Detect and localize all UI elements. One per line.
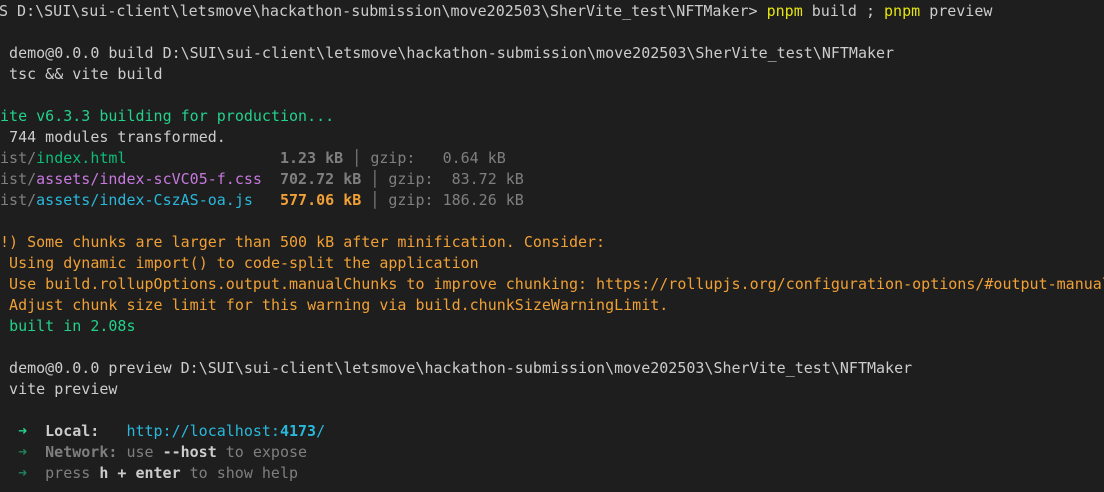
gzip-label: gzip: <box>388 191 434 209</box>
warning-hint: - Adjust chunk size limit for this warni… <box>0 296 669 314</box>
command-arg: preview <box>929 2 993 20</box>
file-dir: dist/ <box>0 191 37 209</box>
file-dir: dist/ <box>0 149 37 167</box>
file-row: dist/index.html 1.23 kB │ gzip: 0.64 kB <box>0 148 506 169</box>
local-url-line: ➜ Local: http://localhost:4173/ <box>0 421 325 442</box>
command-arg: build <box>811 2 857 20</box>
file-name: assets/index-scVC05-f.css <box>36 170 262 188</box>
warning-hint: - Using dynamic import() to code-split t… <box>0 254 479 272</box>
arrow-right-icon: ➜ <box>18 443 28 461</box>
network-label: Network: <box>45 443 118 461</box>
command-pnpm: pnpm <box>766 2 803 20</box>
file-row: dist/assets/index-CszAS-oa.js 577.06 kB … <box>0 190 524 211</box>
gzip-size: 83.72 kB <box>451 170 524 188</box>
file-dir: dist/ <box>0 170 37 188</box>
gzip-size: 186.26 kB <box>442 191 524 209</box>
file-row: dist/assets/index-scVC05-f.css 702.72 kB… <box>0 169 524 190</box>
host-flag: --host <box>162 443 217 461</box>
arrow-right-icon: ➜ <box>18 464 28 482</box>
built-line: ✓ built in 2.08s <box>0 316 136 337</box>
help-line: ➜ press h + enter to show help <box>18 464 299 482</box>
gzip-label: gzip: <box>370 149 416 167</box>
key-h: h <box>99 464 109 482</box>
file-name: index.html <box>36 149 127 167</box>
port-number: 4173 <box>279 422 317 440</box>
key-enter: enter <box>135 464 181 482</box>
warning-hint: - Use build.rollupOptions.output.manualC… <box>0 275 1104 293</box>
modules-transformed-line: ✓ 744 modules transformed. <box>0 127 226 148</box>
preview-script-line: > demo@0.0.0 preview D:\SUI\sui-client\l… <box>0 359 913 377</box>
file-size: 702.72 kB <box>280 170 362 188</box>
vite-building-line: vite v6.3.3 building for production... <box>0 107 335 125</box>
terminal[interactable]: S D:\SUI\sui-client\letsmove\hackathon-s… <box>0 0 1104 492</box>
chunk-size-warning: (!) Some chunks are larger than 500 kB a… <box>0 233 606 251</box>
built-time: built in 2.08s <box>9 317 136 335</box>
file-name: assets/index-CszAS-oa.js <box>36 191 253 209</box>
local-url-link[interactable]: http://localhost:4173/ <box>126 422 325 440</box>
network-line: ➜ Network: use --host to expose <box>18 443 308 461</box>
arrow-right-icon: ➜ <box>18 422 28 440</box>
file-size: 577.06 kB <box>280 191 362 209</box>
command-pnpm: pnpm <box>884 2 921 20</box>
gzip-size: 0.64 kB <box>442 149 506 167</box>
gzip-label: gzip: <box>388 170 434 188</box>
prompt-path: S D:\SUI\sui-client\letsmove\hackathon-s… <box>0 2 758 20</box>
local-label: Local: <box>45 422 100 440</box>
build-command-line: > tsc && vite build <box>0 65 163 83</box>
preview-command-line: > vite preview <box>0 380 118 398</box>
build-script-line: > demo@0.0.0 build D:\SUI\sui-client\let… <box>0 44 895 62</box>
file-size: 1.23 kB <box>280 149 344 167</box>
prompt-line: S D:\SUI\sui-client\letsmove\hackathon-s… <box>0 1 992 22</box>
modules-transformed-text: 744 modules transformed. <box>9 128 226 146</box>
command-separator: ; <box>865 2 875 20</box>
